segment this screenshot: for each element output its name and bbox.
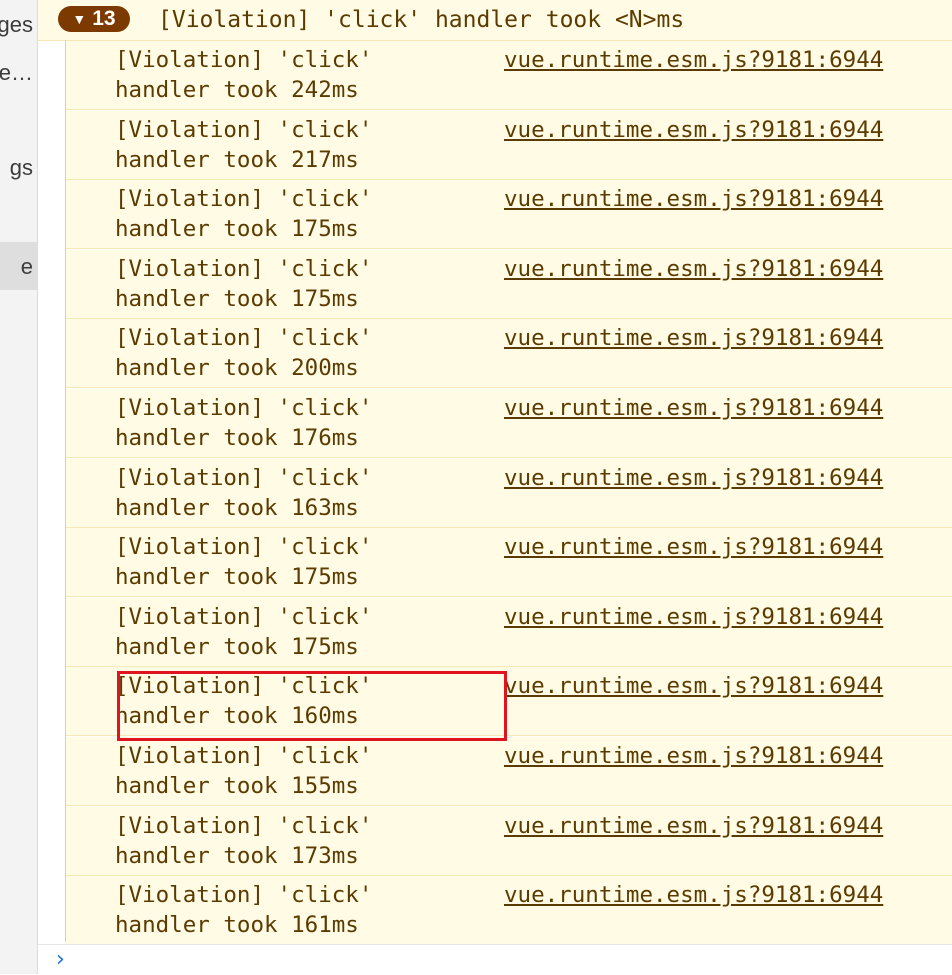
source-link[interactable]: vue.runtime.esm.js?9181:6944 <box>504 393 883 423</box>
message-line-1: [Violation] 'click' <box>115 534 373 561</box>
message-line-1: [Violation] 'click' <box>115 603 373 630</box>
violation-message: [Violation] 'click' handler took 175ms <box>115 532 495 592</box>
chevron-right-icon: › <box>56 947 65 972</box>
message-line-1: [Violation] 'click' <box>115 673 373 700</box>
message-line-1: [Violation] 'click' <box>115 47 373 73</box>
console-message-row[interactable]: [Violation] 'click' handler took 242ms vue… <box>66 41 952 110</box>
message-line-2: handler took 160ms <box>115 703 359 730</box>
source-link[interactable]: vue.runtime.esm.js?9181:6944 <box>504 811 883 841</box>
source-link[interactable]: vue.runtime.esm.js?9181:6944 <box>504 671 883 701</box>
source-link[interactable]: vue.runtime.esm.js?9181:6944 <box>504 741 883 771</box>
message-line-2: handler took 200ms <box>115 355 359 382</box>
message-line-1: [Violation] 'click' <box>115 812 373 839</box>
repeat-count-badge[interactable]: ▼ 13 <box>58 6 130 32</box>
sidebar-item-3[interactable]: gs <box>10 155 33 181</box>
violation-message: [Violation] 'click' handler took 155ms <box>115 741 495 801</box>
expand-triangle-icon[interactable]: ▼ <box>72 11 86 27</box>
message-line-2: handler took 175ms <box>115 216 359 243</box>
message-line-2: handler took 161ms <box>115 912 359 939</box>
message-line-2: handler took 175ms <box>115 564 359 591</box>
source-link[interactable]: vue.runtime.esm.js?9181:6944 <box>504 115 883 145</box>
console-prompt[interactable]: › <box>38 944 952 975</box>
source-link[interactable]: vue.runtime.esm.js?9181:6944 <box>504 45 883 75</box>
console-message-row[interactable]: [Violation] 'click' handler took 173ms vue… <box>66 806 952 876</box>
repeat-count: 13 <box>92 7 116 30</box>
message-line-2: handler took 163ms <box>115 494 359 521</box>
source-link[interactable]: vue.runtime.esm.js?9181:6944 <box>504 254 883 284</box>
message-line-2: handler took 175ms <box>115 633 359 660</box>
source-link[interactable]: vue.runtime.esm.js?9181:6944 <box>504 323 883 353</box>
violation-message: [Violation] 'click' handler took 175ms <box>115 602 495 662</box>
console-message-row[interactable]: [Violation] 'click' handler took 217ms vue… <box>66 110 952 180</box>
sidebar-item-2[interactable]: e… <box>0 60 33 86</box>
message-line-2: handler took 176ms <box>115 425 359 451</box>
console-message-row[interactable]: [Violation] 'click' handler took 175ms vue… <box>66 249 952 319</box>
violation-message: [Violation] 'click' handler took 242ms <box>115 45 495 105</box>
console-message-row[interactable]: [Violation] 'click' handler took 155ms vue… <box>66 737 952 806</box>
violation-message: [Violation] 'click' handler took 173ms <box>115 811 495 871</box>
sidebar-item-4[interactable]: e <box>21 254 33 280</box>
message-line-1: [Violation] 'click' <box>115 255 373 282</box>
message-line-2: handler took 175ms <box>115 285 359 312</box>
console-message-row[interactable]: [Violation] 'click' handler took 161ms vue… <box>66 876 952 946</box>
message-line-1: [Violation] 'click' <box>115 116 373 143</box>
violation-message: [Violation] 'click' handler took 175ms <box>115 254 495 314</box>
console-panel: ▼ 13 [Violation] 'click' handler took <N… <box>38 0 952 974</box>
console-message-row[interactable]: [Violation] 'click' handler took 163ms vue… <box>66 458 952 528</box>
console-message-row[interactable]: [Violation] 'click' handler took 175ms vue… <box>66 528 952 598</box>
message-line-1: [Violation] 'click' <box>115 882 373 909</box>
source-link[interactable]: vue.runtime.esm.js?9181:6944 <box>504 532 883 562</box>
console-message-row[interactable]: [Violation] 'click' handler took 176ms vue… <box>66 389 952 458</box>
message-line-1: [Violation] 'click' <box>115 464 373 491</box>
message-line-1: [Violation] 'click' <box>115 186 373 213</box>
console-message-row[interactable]: [Violation] 'click' handler took 200ms vue… <box>66 319 952 389</box>
source-link[interactable]: vue.runtime.esm.js?9181:6944 <box>504 602 883 632</box>
sidebar: ges e… gs e <box>0 0 38 974</box>
console-message-row[interactable]: [Violation] 'click' handler took 160ms vue… <box>66 667 952 737</box>
violation-message: [Violation] 'click' handler took 200ms <box>115 323 495 383</box>
sidebar-item-1[interactable]: ges <box>0 12 33 38</box>
source-link[interactable]: vue.runtime.esm.js?9181:6944 <box>504 463 883 493</box>
group-title: [Violation] 'click' handler took <N>ms <box>158 7 685 33</box>
message-line-2: handler took 155ms <box>115 773 359 799</box>
console-group-header[interactable]: ▼ 13 [Violation] 'click' handler took <N… <box>38 0 952 41</box>
violation-message: [Violation] 'click' handler took 160ms <box>115 671 495 731</box>
message-line-2: handler took 217ms <box>115 146 359 173</box>
message-line-1: [Violation] 'click' <box>115 395 373 421</box>
source-link[interactable]: vue.runtime.esm.js?9181:6944 <box>504 880 883 910</box>
violation-message: [Violation] 'click' handler took 175ms <box>115 184 495 244</box>
message-line-2: handler took 173ms <box>115 842 359 869</box>
violation-message: [Violation] 'click' handler took 217ms <box>115 115 495 175</box>
sidebar-item-selected[interactable]: e <box>0 242 37 290</box>
message-line-1: [Violation] 'click' <box>115 743 373 769</box>
violation-message: [Violation] 'click' handler took 176ms <box>115 393 495 453</box>
message-line-1: [Violation] 'click' <box>115 325 373 352</box>
message-line-2: handler took 242ms <box>115 77 359 103</box>
violation-message: [Violation] 'click' handler took 161ms <box>115 880 495 940</box>
console-message-row[interactable]: [Violation] 'click' handler took 175ms vue… <box>66 180 952 250</box>
violation-message: [Violation] 'click' handler took 163ms <box>115 463 495 523</box>
source-link[interactable]: vue.runtime.esm.js?9181:6944 <box>504 184 883 214</box>
console-message-row[interactable]: [Violation] 'click' handler took 175ms vue… <box>66 597 952 667</box>
